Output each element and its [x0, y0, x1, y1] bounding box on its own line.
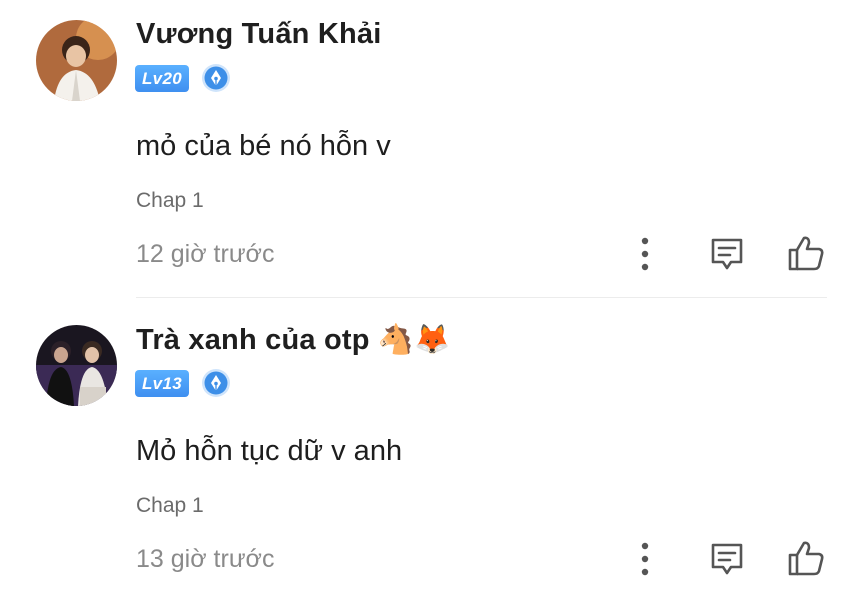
comment-text: Mỏ hỗn tục dữ v anh: [136, 435, 403, 467]
username[interactable]: Vương Tuấn Khải: [136, 18, 381, 51]
level-badge: Lv13: [135, 369, 189, 397]
divider: [136, 297, 827, 298]
level-badge: Lv20: [135, 64, 189, 92]
comment-text: mỏ của bé nó hỗn v: [136, 130, 391, 162]
chapter-label[interactable]: Chap 1: [136, 494, 204, 518]
chapter-label[interactable]: Chap 1: [136, 189, 204, 213]
timestamp: 13 giờ trước: [136, 545, 275, 573]
chat-bubble-icon[interactable]: [708, 235, 746, 273]
username[interactable]: Trà xanh của otp 🐴🦊: [136, 323, 451, 357]
user-badges: Lv20: [135, 63, 231, 93]
avatar[interactable]: [36, 325, 117, 406]
thumbs-up-icon[interactable]: [786, 233, 826, 273]
thumbs-up-icon[interactable]: [786, 538, 826, 578]
timestamp: 12 giờ trước: [136, 240, 275, 268]
pen-nib-badge-icon: [201, 369, 230, 397]
chat-bubble-icon[interactable]: [708, 540, 746, 578]
more-vertical-icon[interactable]: [630, 235, 660, 273]
comment-item: Vương Tuấn Khải Lv20 mỏ của bé nó hỗn v …: [0, 0, 865, 305]
comment-item: Trà xanh của otp 🐴🦊 Lv13 Mỏ hỗn tục dữ v…: [0, 305, 865, 600]
avatar[interactable]: [36, 20, 117, 101]
pen-nib-badge-icon: [201, 64, 230, 92]
more-vertical-icon[interactable]: [630, 540, 660, 578]
user-badges: Lv13: [135, 368, 231, 398]
